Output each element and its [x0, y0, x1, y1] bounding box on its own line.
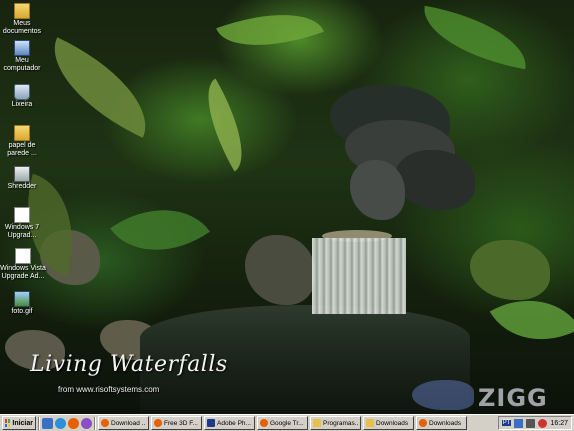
taskbar-separator [94, 416, 96, 430]
pt-language-icon[interactable]: PT [501, 420, 512, 426]
firefox-icon [260, 419, 268, 427]
desktop-icon-shredder[interactable]: Shredder [0, 166, 44, 191]
media-player-icon[interactable] [68, 417, 79, 429]
taskbar-button-downloads-browser[interactable]: Downloads [416, 416, 467, 430]
taskbar-button-label: Google Tr... [270, 419, 304, 427]
internet-explorer-icon[interactable] [55, 417, 66, 429]
firefox-icon [101, 419, 109, 427]
shredder-icon [14, 166, 30, 182]
desktop-icon-label: Shredder [7, 183, 37, 190]
folder-icon [313, 419, 321, 427]
desktop-icon-label: Windows 7 Upgrad... [4, 224, 40, 239]
my-computer-icon [14, 40, 30, 56]
desktop-icon-wallpaper-folder[interactable]: papel de parede ... [0, 125, 44, 158]
firefox-icon [154, 419, 162, 427]
taskbar-separator [38, 416, 40, 430]
taskbar-button-adobe-photoshop[interactable]: Adobe Ph... [204, 416, 255, 430]
taskbar-button-label: Download ... [111, 419, 146, 427]
system-tray: PT 16:27 [497, 416, 572, 430]
folder-icon [14, 125, 30, 141]
desktop-icon-label: Meu computador [3, 57, 41, 72]
recycle-bin-icon [14, 84, 30, 100]
desktop-icon-my-documents[interactable]: Meus documentos [0, 3, 44, 36]
wallpaper-url-text: from www.risoftsystems.com [58, 385, 160, 394]
document-icon [15, 248, 31, 264]
show-desktop-icon[interactable] [42, 417, 53, 429]
desktop-icon-label: Windows Vista Upgrade Ad... [0, 265, 46, 280]
taskbar-button-free-3d[interactable]: Free 3D F... [151, 416, 202, 430]
image-file-icon [14, 291, 30, 307]
taskbar-button-label: Free 3D F... [164, 419, 198, 427]
folder-icon [366, 419, 374, 427]
volume-icon[interactable] [526, 418, 536, 428]
desktop-icon-vista-upgrade[interactable]: Windows Vista Upgrade Ad... [0, 248, 46, 281]
taskbar: Iniciar Download ... Free 3D F... Adobe … [0, 414, 574, 431]
desktop: Living Waterfalls from www.risoftsystems… [0, 0, 574, 414]
desktop-icon-my-computer[interactable]: Meu computador [0, 40, 44, 73]
taskbar-button-label: Downloads [429, 419, 462, 427]
windows-logo-icon [5, 419, 11, 427]
browser-icon[interactable] [81, 417, 92, 429]
firefox-icon [419, 419, 427, 427]
desktop-icon-label: Lixeira [11, 101, 33, 108]
taskbar-button-label: Downloads [376, 419, 409, 427]
desktop-icon-foto-gif[interactable]: foto.gif [0, 291, 44, 316]
desktop-icon-label: foto.gif [11, 308, 33, 315]
zigg-watermark: ZIGG [478, 384, 548, 412]
taskbar-button-google-translate[interactable]: Google Tr... [257, 416, 308, 430]
zigg-logo [412, 380, 474, 410]
desktop-icon-recycle-bin[interactable]: Lixeira [0, 84, 44, 109]
start-label: Iniciar [12, 419, 33, 427]
taskbar-button-download[interactable]: Download ... [98, 416, 149, 430]
antivirus-icon[interactable] [538, 418, 548, 428]
desktop-icon-label: papel de parede ... [7, 142, 37, 157]
start-button[interactable]: Iniciar [2, 416, 36, 430]
wallpaper-brand-text: Living Waterfalls [30, 352, 228, 377]
taskbar-button-downloads-folder[interactable]: Downloads [363, 416, 414, 430]
taskbar-button-label: Adobe Ph... [217, 419, 251, 427]
document-icon [14, 207, 30, 223]
clock[interactable]: 16:27 [550, 420, 568, 427]
desktop-icon-windows7-upgrade[interactable]: Windows 7 Upgrad... [0, 207, 44, 240]
my-documents-folder-icon [14, 3, 30, 19]
desktop-icon-label: Meus documentos [2, 20, 42, 35]
photoshop-icon [207, 419, 215, 427]
taskbar-button-label: Programas... [323, 419, 358, 427]
network-icon[interactable] [514, 418, 524, 428]
taskbar-button-programas[interactable]: Programas... [310, 416, 361, 430]
